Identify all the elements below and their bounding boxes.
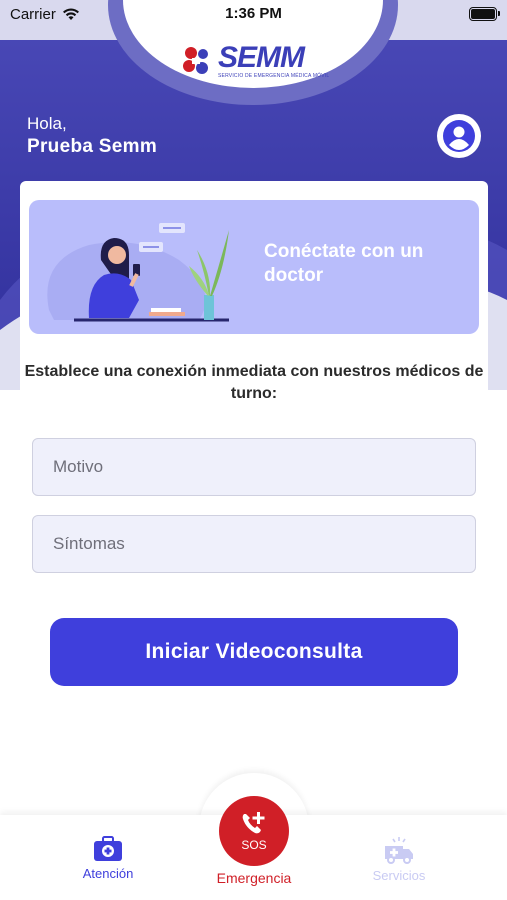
battery-icon [469, 7, 500, 21]
woman-phone-illustration [47, 223, 229, 322]
phone-plus-icon [242, 812, 265, 834]
semm-logo-mark [183, 47, 208, 74]
sos-label: SOS [241, 838, 267, 852]
nav-emergencia-label: Emergencia [216, 870, 292, 886]
logo-tagline: SERVICIO DE EMERGENCIA MÉDICA MÓVIL [218, 73, 330, 79]
nav-emergencia[interactable]: Emergencia [204, 866, 304, 886]
sintomas-input[interactable] [32, 515, 476, 573]
logo-wordmark: SEMM [218, 41, 305, 74]
connection-description: Establece una conexión inmediata con nue… [24, 363, 484, 402]
status-time: 1:36 PM [225, 5, 282, 22]
user-name: Prueba Semm [27, 136, 158, 157]
connect-doctor-banner: Conéctate con un doctor [29, 200, 479, 334]
nav-servicios-label: Servicios [372, 868, 426, 883]
sos-button[interactable]: SOS [219, 796, 289, 866]
nav-atencion-label: Atención [82, 866, 134, 881]
semm-logo: SEMM SERVICIO DE EMERGENCIA MÉDICA MÓVIL [180, 40, 330, 82]
medical-kit-icon [94, 836, 122, 861]
nav-servicios[interactable]: Servicios [364, 836, 434, 883]
user-avatar-icon [443, 120, 475, 152]
greeting-hello: Hola, [27, 114, 67, 133]
videoconsulta-card: Conéctate con un doctor Establece una co… [20, 181, 488, 821]
profile-button[interactable] [437, 114, 481, 158]
ambulance-icon [385, 837, 413, 864]
banner-title: Conéctate con un doctor [264, 241, 424, 286]
status-bar: Carrier 1:36 PM [0, 0, 507, 30]
nav-atencion[interactable]: Atención [78, 836, 138, 881]
greeting: Hola, Prueba Semm [27, 114, 157, 158]
start-videoconsulta-button[interactable]: Iniciar Videoconsulta [50, 618, 458, 686]
motivo-input[interactable] [32, 438, 476, 496]
